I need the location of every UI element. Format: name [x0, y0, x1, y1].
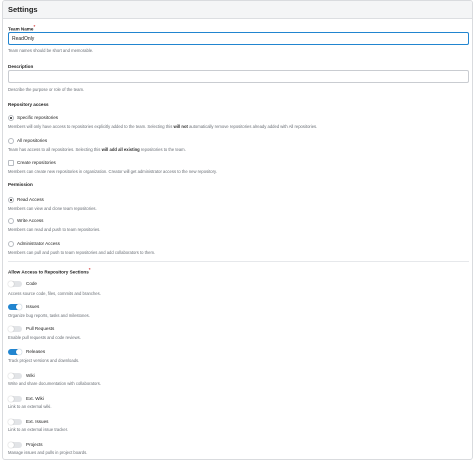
ext-issues-label: Ext. Issues [26, 419, 49, 424]
ext-issues-toggle[interactable] [8, 419, 22, 425]
create-repositories-checkbox[interactable] [8, 160, 14, 166]
ext-issues-help: Link to an external issue tracker. [8, 427, 69, 432]
projects-toggle[interactable] [8, 442, 22, 448]
all-repositories-label: All repositories [17, 138, 48, 143]
wiki-label: Wiki [26, 373, 35, 378]
settings-form: Team Name* ReadOnly Team names should be… [3, 19, 472, 459]
team-name-input[interactable]: ReadOnly [8, 32, 469, 45]
projects-label: Projects [26, 442, 43, 447]
permission-label: Permission [8, 182, 33, 187]
issues-label: Issues [26, 304, 40, 309]
team-name-help: Team names should be short and memorable… [8, 48, 94, 53]
administrator-access-radio[interactable] [8, 241, 14, 247]
specific-repositories-label: Specific repositories [17, 115, 59, 120]
settings-header: Settings [3, 1, 472, 19]
write-access-label: Write Access [17, 218, 44, 223]
specific-repositories-help: Members will only have access to reposit… [8, 124, 317, 129]
ext-wiki-label: Ext. Wiki [26, 396, 44, 401]
pull-requests-label: Pull Requests [26, 326, 55, 331]
code-toggle[interactable] [8, 281, 22, 287]
settings-panel: Settings Team Name* ReadOnly Team names … [2, 0, 473, 460]
issues-toggle[interactable] [8, 304, 22, 310]
read-access-help: Members can view and clone team reposito… [8, 206, 97, 211]
releases-toggle[interactable] [8, 349, 22, 355]
pull-requests-toggle[interactable] [8, 326, 22, 332]
all-repositories-help: Team has access to all repositories. Sel… [8, 147, 186, 152]
help-text: Team has access to all repositories. Sel… [8, 147, 102, 152]
write-access-help: Members can read and push to team reposi… [8, 227, 101, 232]
wiki-help: Write and share documentation with colla… [8, 381, 102, 386]
required-mark: * [33, 24, 36, 29]
team-name-label: Team Name* [8, 24, 35, 32]
pull-requests-help: Enable pull requests and code reviews. [8, 335, 81, 340]
sections-label-text: Allow Access to Repository Sections [8, 269, 89, 275]
team-name-value: ReadOnly [12, 36, 35, 42]
wiki-toggle[interactable] [8, 373, 22, 379]
description-help: Describe the purpose or role of the team… [8, 87, 85, 92]
administrator-access-label: Administrator Access [17, 241, 60, 246]
create-repositories-help: Members can create new repositories in o… [8, 169, 217, 174]
page-title: Settings [8, 5, 38, 14]
description-label: Description [8, 64, 34, 69]
help-text: automatically remove repositories alread… [187, 124, 318, 129]
create-repositories-label: Create repositories [17, 160, 56, 165]
specific-repositories-radio[interactable] [8, 115, 14, 121]
team-name-label-text: Team Name [8, 26, 34, 32]
help-bold-text: will add all existing [101, 147, 140, 152]
releases-help: Track project versions and downloads. [8, 358, 80, 363]
read-access-radio[interactable] [8, 197, 14, 203]
description-input[interactable] [8, 70, 469, 83]
ext-wiki-help: Link to an external wiki. [8, 404, 52, 409]
read-access-label: Read Access [17, 197, 44, 202]
releases-label: Releases [26, 349, 46, 354]
help-bold-text: will not [173, 124, 188, 129]
all-repositories-radio[interactable] [8, 138, 14, 144]
required-mark: * [88, 267, 91, 272]
sections-label: Allow Access to Repository Sections* [8, 267, 91, 275]
write-access-radio[interactable] [8, 218, 14, 224]
administrator-access-help: Members can pull and push to team reposi… [8, 250, 156, 255]
code-label: Code [26, 281, 37, 286]
code-help: Access source code, files, commits and b… [8, 291, 101, 296]
section-divider [8, 261, 469, 262]
ext-wiki-toggle[interactable] [8, 396, 22, 402]
issues-help: Organize bug reports, tasks and mileston… [8, 313, 90, 318]
repository-access-label: Repository access [8, 102, 49, 107]
projects-help: Manage issues and pulls in project board… [8, 450, 88, 455]
help-text: repositories to the team. [139, 147, 186, 152]
help-text: Members will only have access to reposit… [8, 124, 174, 129]
